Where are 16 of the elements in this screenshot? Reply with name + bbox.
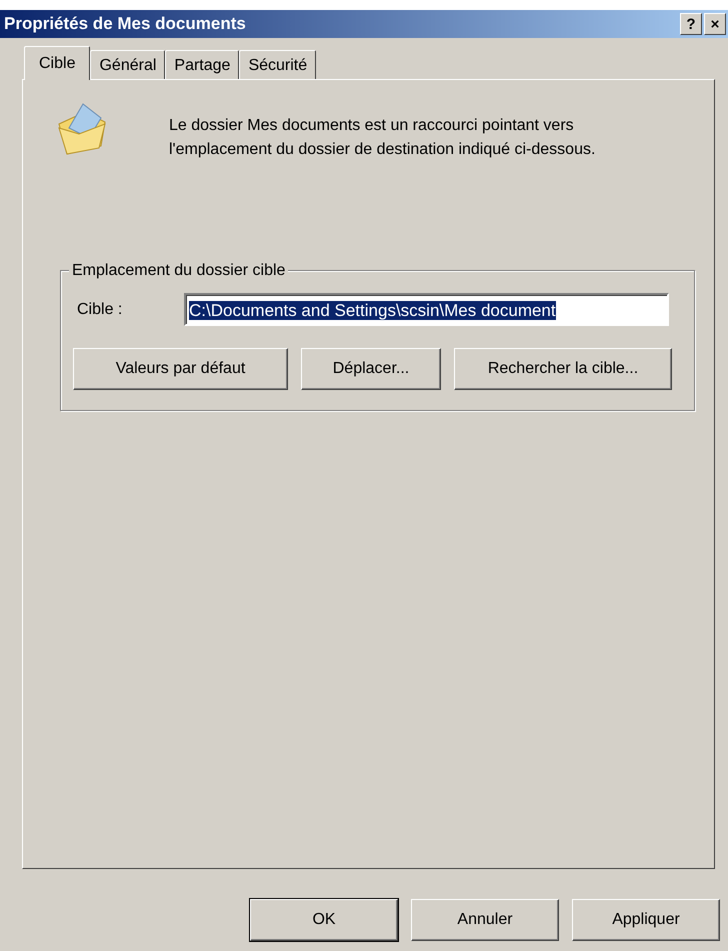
dialog-button[interactable]: Appliquer: [572, 899, 720, 941]
action-button[interactable]: Déplacer...: [301, 348, 441, 390]
close-button[interactable]: ×: [704, 13, 726, 35]
target-label: Cible :: [77, 300, 124, 320]
dialog-button[interactable]: Annuler: [411, 899, 559, 941]
target-path-field[interactable]: C:\Documents and Settings\scsin\Mes document: [184, 293, 669, 326]
window-title: Propriétés de Mes documents: [4, 13, 246, 36]
help-button[interactable]: ?: [680, 13, 702, 35]
tab[interactable]: Sécurité: [239, 50, 316, 79]
action-button[interactable]: Rechercher la cible...: [454, 348, 672, 390]
description-text: Le dossier Mes documents est un raccourci pointant vers l'emplacement du dossier de destination indiqué ci-dessous.: [169, 116, 596, 160]
tab[interactable]: Partage: [165, 50, 240, 79]
tab[interactable]: Général: [90, 50, 166, 79]
tab[interactable]: Cible: [24, 46, 90, 80]
dialog-button[interactable]: OK: [250, 899, 398, 941]
action-button[interactable]: Valeurs par défaut: [73, 348, 288, 390]
